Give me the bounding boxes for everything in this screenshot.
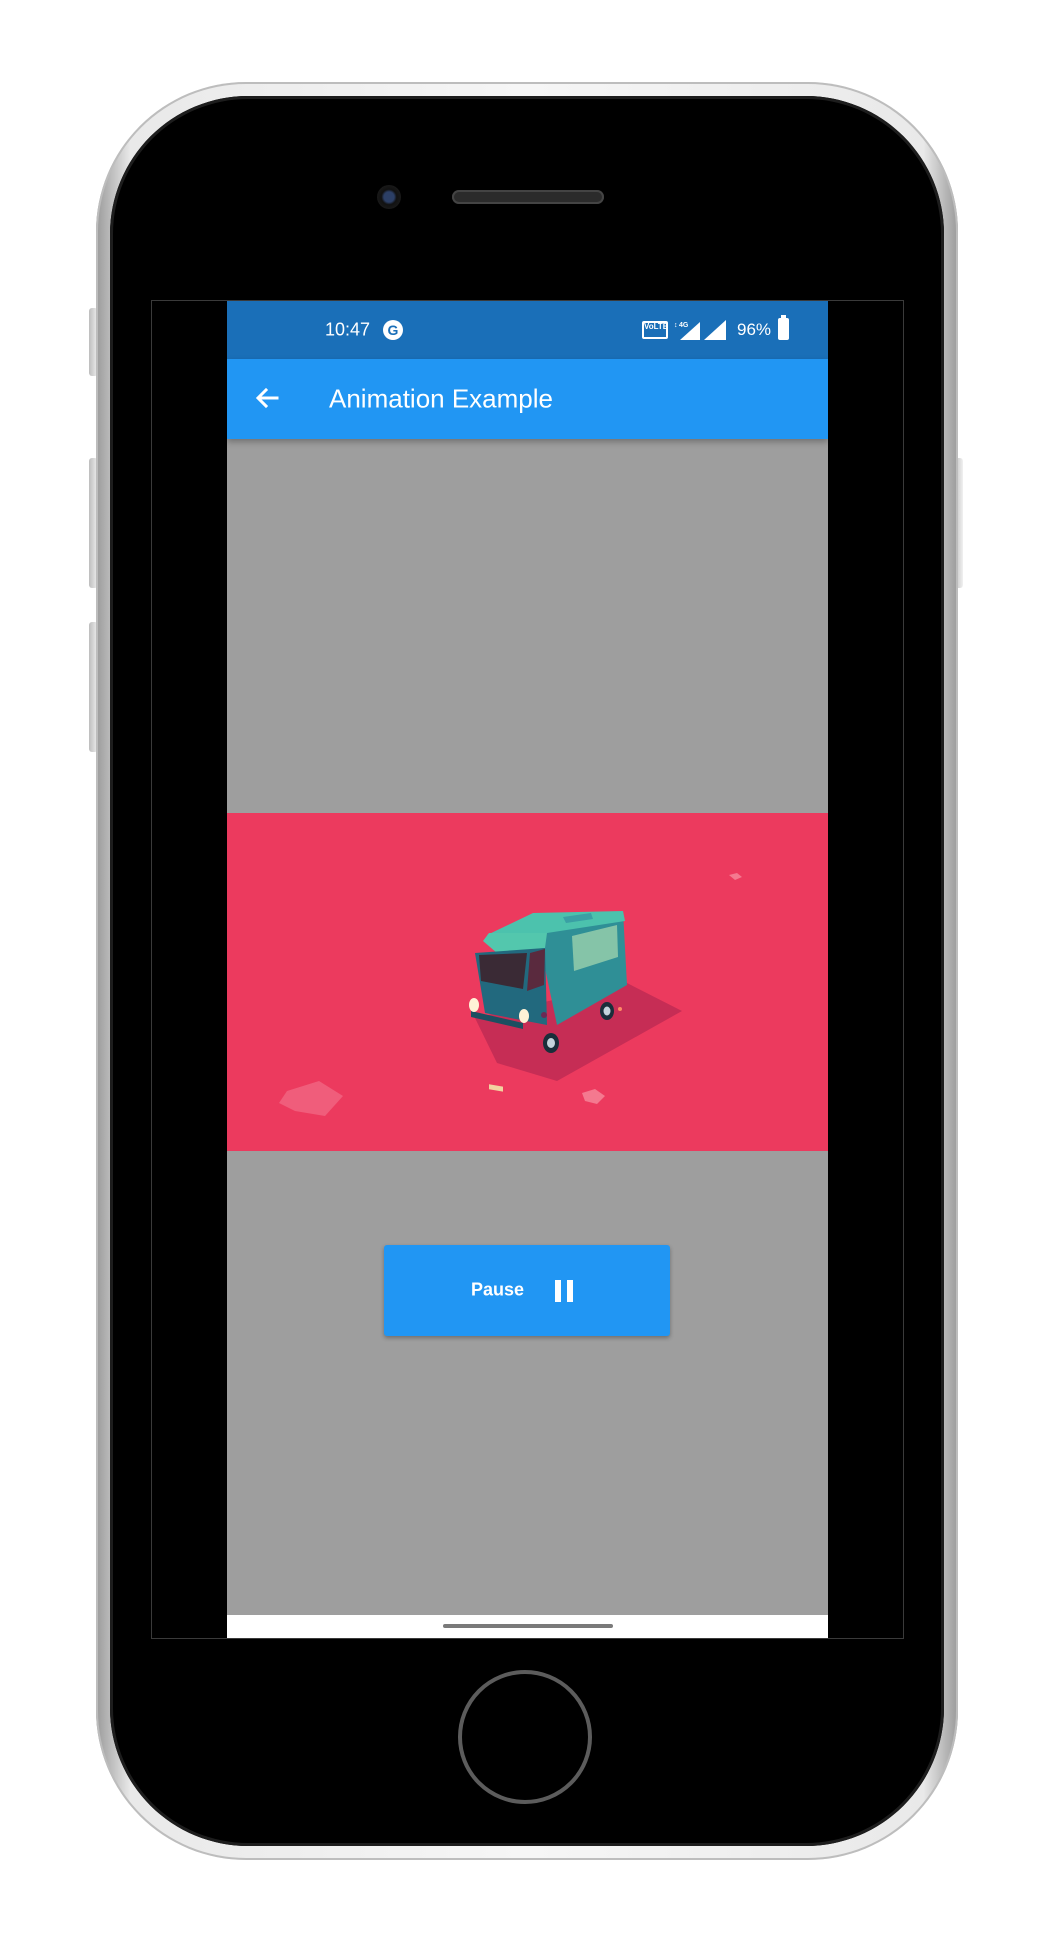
pause-icon [555,1280,575,1302]
front-camera [377,185,401,209]
app-screen: 10:47 G VoLTE ↕ 4G 96% Animation Example [227,301,828,1638]
4g-signal-icon: ↕ 4G [674,322,700,340]
svg-text:4G: 4G [679,322,689,329]
battery-icon [778,315,789,340]
status-bar: 10:47 G VoLTE ↕ 4G 96% [227,301,828,359]
animation-panel [227,813,828,1151]
van-illustration [279,873,742,1116]
volte-icon: VoLTE [642,321,668,339]
cell-signal-icon [704,320,726,340]
battery-percent: 96% [737,320,772,339]
svg-text:↕: ↕ [674,322,678,329]
app-bar: Animation Example [227,359,828,439]
earpiece-speaker [452,190,604,204]
arrow-back-icon[interactable] [247,379,287,419]
status-time: 10:47 [325,319,371,340]
home-button[interactable] [458,1670,592,1804]
pause-button[interactable]: Pause [384,1245,670,1336]
google-icon: G [383,320,403,340]
device-mockup: 10:47 G VoLTE ↕ 4G 96% Animation Example [0,0,1050,1934]
pause-button-label: Pause [471,1279,525,1300]
page-title: Animation Example [329,383,553,414]
gesture-nav-bar [227,1615,828,1638]
home-indicator[interactable] [443,1624,613,1628]
